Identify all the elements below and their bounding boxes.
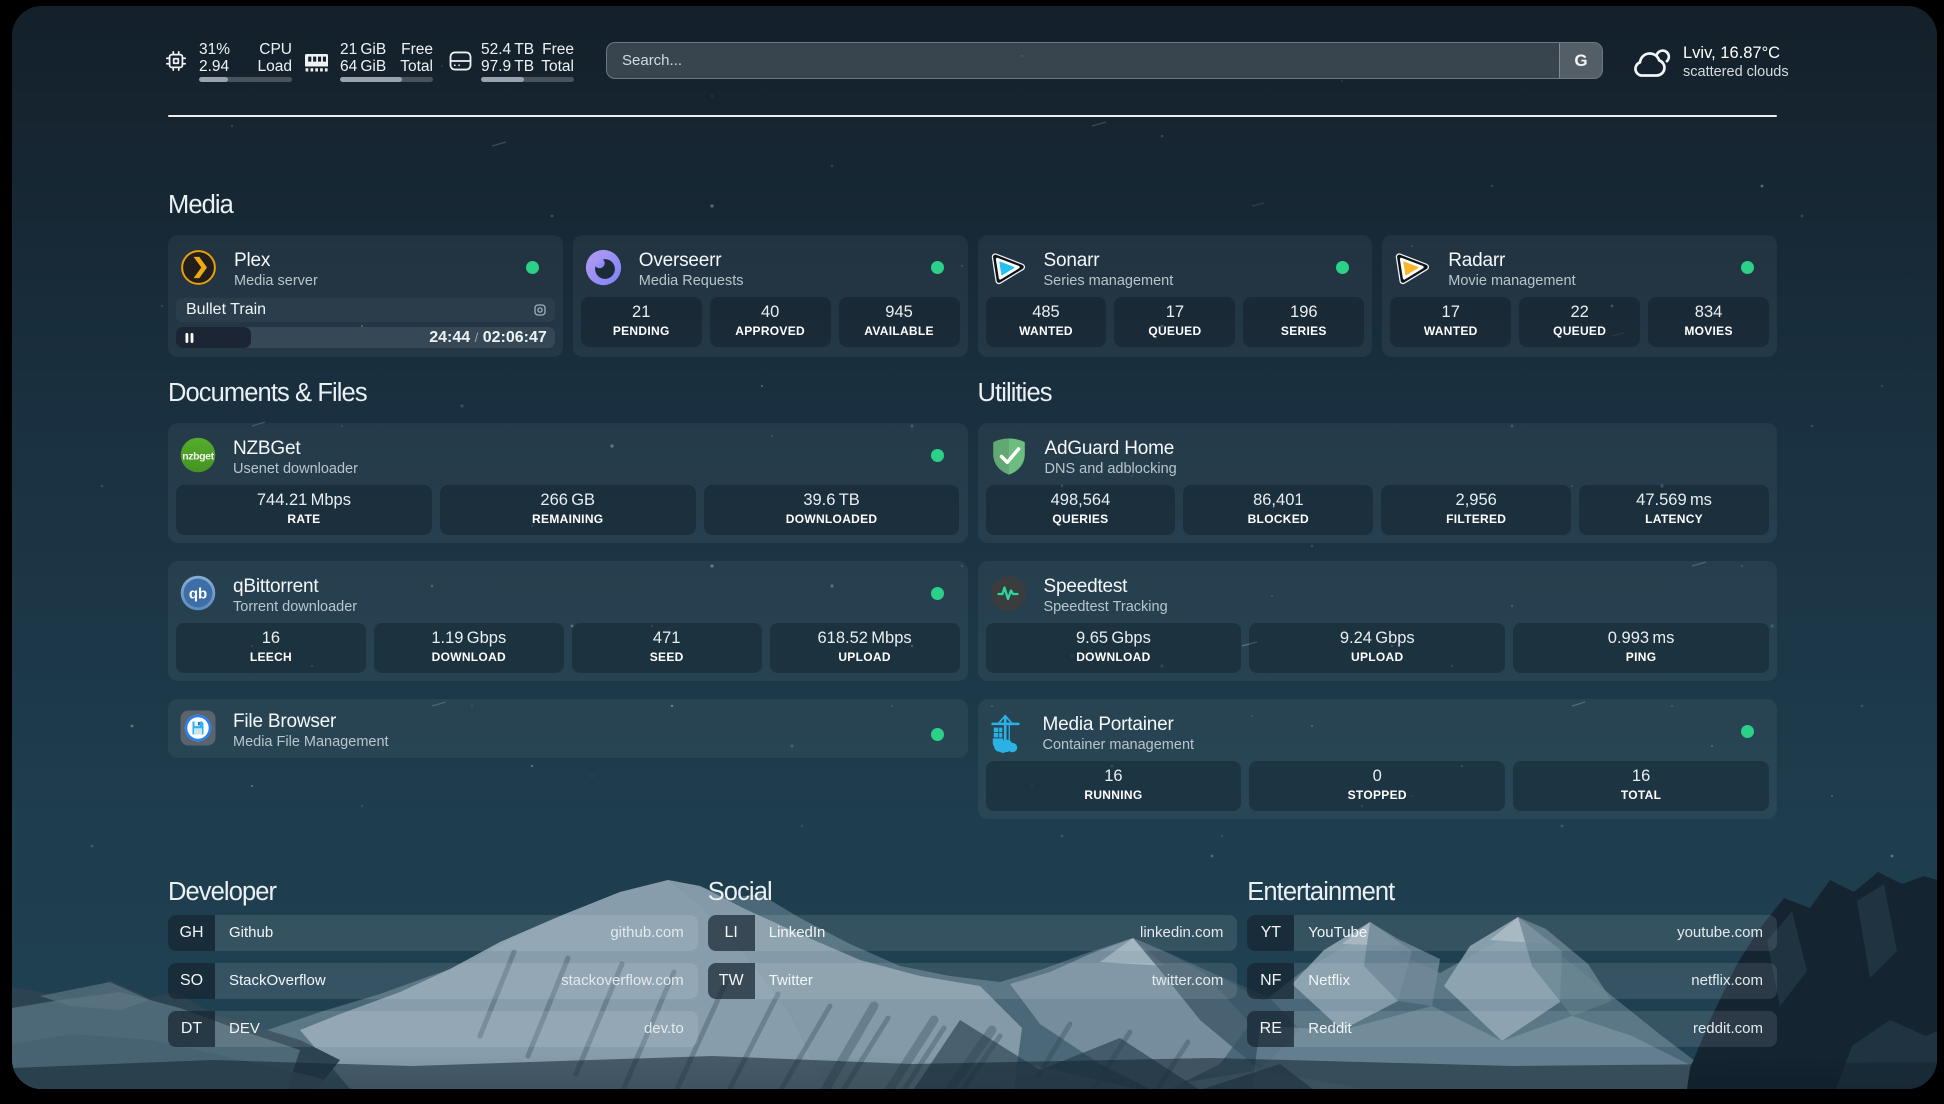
svg-text:qb: qb — [189, 586, 207, 603]
svg-text:nzbget: nzbget — [182, 451, 214, 463]
